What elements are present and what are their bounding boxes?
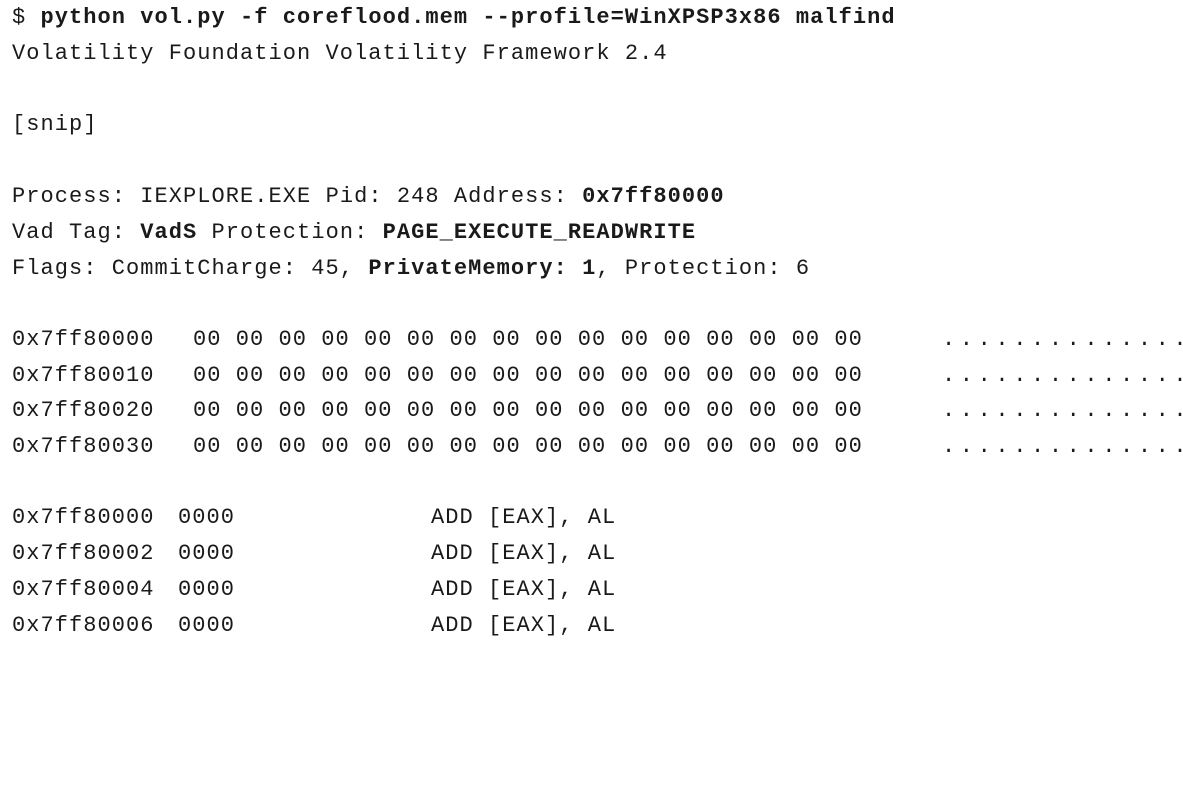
hexdump-block: 0x7ff80000 00 00 00 00 00 00 00 00 00 00…: [12, 322, 1183, 464]
hexdump-bytes: 00 00 00 00 00 00 00 00 00 00 00 00 00 0…: [193, 398, 863, 424]
disassembly-instruction: ADD [EAX], AL: [431, 576, 617, 602]
disassembly-block: 0x7ff80000 0000 ADD [EAX], AL 0x7ff80002…: [12, 500, 1183, 643]
disassembly-opcode: 0000: [178, 576, 236, 602]
hexdump-address: 0x7ff80020: [12, 398, 155, 424]
vad-tag-value: VadS: [140, 219, 198, 245]
address-label: Address:: [439, 183, 583, 209]
disassembly-row: 0x7ff80006 0000 ADD [EAX], AL: [12, 608, 1183, 644]
hexdump-row: 0x7ff80020 00 00 00 00 00 00 00 00 00 00…: [12, 393, 1183, 429]
protection-value: PAGE_EXECUTE_READWRITE: [382, 219, 697, 245]
hexdump-bytes: 00 00 00 00 00 00 00 00 00 00 00 00 00 0…: [193, 433, 863, 459]
disassembly-address: 0x7ff80006: [12, 612, 155, 638]
flags-prefix: Flags: CommitCharge: 45,: [12, 255, 369, 281]
hexdump-ascii: ................: [942, 433, 1183, 459]
disassembly-address: 0x7ff80002: [12, 541, 155, 567]
disassembly-instruction: ADD [EAX], AL: [431, 612, 617, 638]
disassembly-opcode: 0000: [178, 505, 236, 531]
pid-value: 248: [396, 183, 440, 209]
disassembly-instruction: ADD [EAX], AL: [431, 541, 617, 567]
disassembly-address: 0x7ff80004: [12, 576, 155, 602]
hexdump-bytes: 00 00 00 00 00 00 00 00 00 00 00 00 00 0…: [193, 362, 863, 388]
shell-prompt: $: [12, 5, 41, 30]
hexdump-row: 0x7ff80010 00 00 00 00 00 00 00 00 00 00…: [12, 358, 1183, 394]
hexdump-ascii: ................: [942, 398, 1183, 424]
pid-label: Pid:: [311, 183, 397, 209]
disassembly-opcode: 0000: [178, 541, 236, 567]
disassembly-row: 0x7ff80004 0000 ADD [EAX], AL: [12, 572, 1183, 608]
terminal-output: $ python vol.py -f coreflood.mem --profi…: [12, 0, 1183, 644]
hexdump-bytes: 00 00 00 00 00 00 00 00 00 00 00 00 00 0…: [193, 327, 863, 353]
disassembly-row: 0x7ff80002 0000 ADD [EAX], AL: [12, 536, 1183, 572]
command-line: $ python vol.py -f coreflood.mem --profi…: [12, 0, 1183, 36]
disassembly-address: 0x7ff80000: [12, 505, 155, 531]
vad-tag-label: Vad Tag:: [12, 219, 141, 245]
banner-line: Volatility Foundation Volatility Framewo…: [12, 40, 668, 66]
disassembly-instruction: ADD [EAX], AL: [431, 505, 617, 531]
address-value: 0x7ff80000: [582, 183, 725, 209]
vad-line: Vad Tag: VadS Protection: PAGE_EXECUTE_R…: [12, 215, 1183, 251]
hexdump-address: 0x7ff80000: [12, 327, 155, 353]
snip-line: [snip]: [12, 112, 98, 138]
disassembly-opcode: 0000: [178, 612, 236, 638]
terminal-page: { "command": { "prompt": "$ ", "text": "…: [0, 0, 1183, 663]
hexdump-row: 0x7ff80030 00 00 00 00 00 00 00 00 00 00…: [12, 429, 1183, 465]
disassembly-row: 0x7ff80000 0000 ADD [EAX], AL: [12, 500, 1183, 536]
hexdump-row: 0x7ff80000 00 00 00 00 00 00 00 00 00 00…: [12, 322, 1183, 358]
hexdump-ascii: ................: [942, 327, 1183, 353]
hexdump-address: 0x7ff80010: [12, 362, 155, 388]
private-memory-flag: PrivateMemory: 1: [368, 255, 597, 281]
process-label: Process:: [12, 183, 141, 209]
process-line: Process: IEXPLORE.EXE Pid: 248 Address: …: [12, 179, 1183, 215]
hexdump-address: 0x7ff80030: [12, 433, 155, 459]
flags-line: Flags: CommitCharge: 45, PrivateMemory: …: [12, 251, 1183, 287]
hexdump-ascii: ................: [942, 362, 1183, 388]
flags-suffix: , Protection: 6: [596, 255, 811, 281]
command-text: python vol.py -f coreflood.mem --profile…: [40, 5, 896, 30]
process-name: IEXPLORE.EXE: [140, 183, 312, 209]
protection-label: Protection:: [197, 219, 383, 245]
